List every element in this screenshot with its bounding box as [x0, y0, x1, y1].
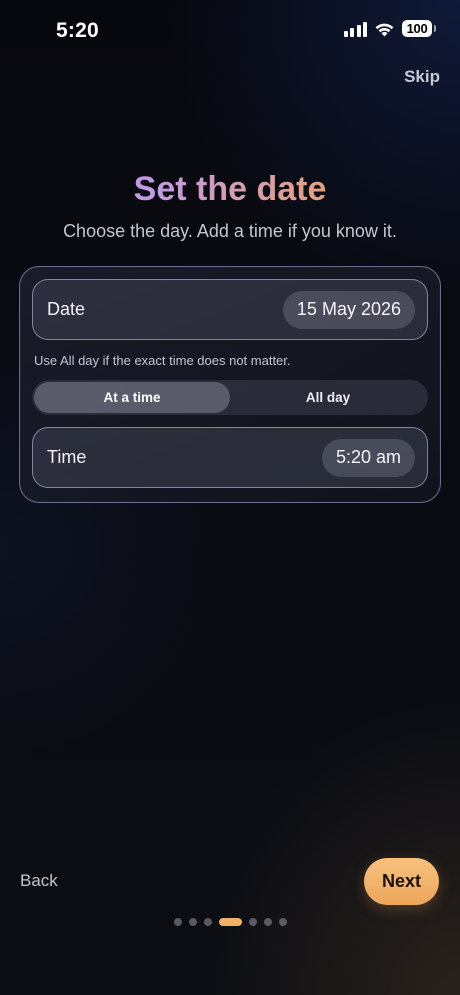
page-subtitle: Choose the day. Add a time if you know i… — [63, 221, 397, 241]
status-bar: 5:20 100 — [0, 0, 460, 60]
page-dot — [248, 918, 257, 926]
date-label: Date — [47, 299, 86, 319]
segment-all-day[interactable]: All day — [230, 382, 426, 413]
battery-icon: 100 — [402, 20, 436, 37]
cellular-signal-icon — [343, 21, 367, 37]
page-title: Set the date — [0, 170, 460, 209]
segment-at-a-time[interactable]: At a time — [34, 382, 230, 413]
time-mode-segmented-control: At a time All day — [32, 380, 428, 415]
battery-level: 100 — [406, 21, 428, 36]
time-label: Time — [47, 447, 87, 467]
time-field[interactable]: Time 5:20 am — [32, 427, 428, 488]
page-dot — [263, 918, 272, 926]
status-time: 5:20 — [56, 19, 99, 42]
date-card: Date 15 May 2026 Use All day if the exac… — [19, 266, 441, 503]
status-icons: 100 — [343, 20, 436, 37]
page-dot — [188, 918, 197, 926]
back-button[interactable]: Back — [20, 871, 58, 891]
date-value-pill[interactable]: 15 May 2026 — [282, 290, 415, 329]
next-button[interactable]: Next — [364, 858, 439, 905]
page-dot — [278, 918, 287, 926]
skip-button[interactable]: Skip — [404, 67, 440, 87]
page-dot — [203, 918, 212, 926]
page-dot-active — [218, 918, 242, 926]
wifi-icon — [374, 21, 395, 37]
date-field[interactable]: Date 15 May 2026 — [32, 279, 428, 340]
page-dot — [173, 918, 182, 926]
time-value-pill[interactable]: 5:20 am — [321, 438, 415, 477]
page-indicator — [0, 918, 460, 926]
all-day-hint: Use All day if the exact time does not m… — [34, 353, 291, 368]
